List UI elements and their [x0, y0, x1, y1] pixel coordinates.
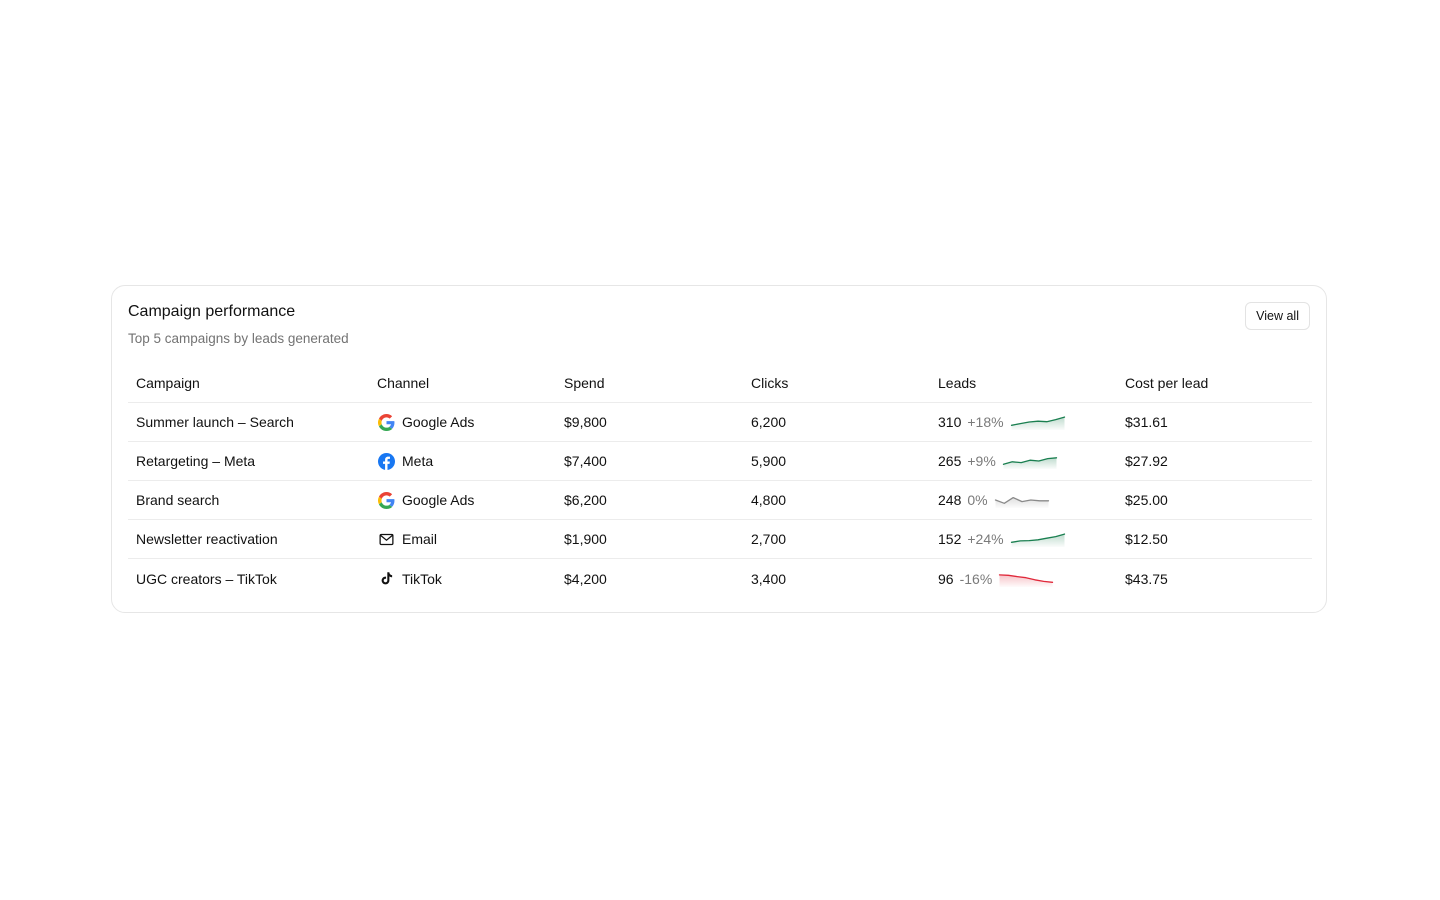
leads-value: 152 [938, 531, 962, 547]
leads-cell: 96 -16% [938, 571, 1125, 587]
table-header: Campaign Channel Spend Clicks Leads Cost… [128, 364, 1312, 403]
leads-cell: 152 +24% [938, 531, 1125, 547]
cost-per-lead-value: $25.00 [1125, 492, 1168, 508]
tiktok-icon [377, 570, 395, 588]
leads-sparkline [1002, 457, 1057, 469]
table-row[interactable]: Retargeting – Meta Meta $7,400 5,900 265 +9% $… [128, 442, 1312, 481]
campaign-name: Brand search [136, 492, 220, 508]
header-spend[interactable]: Spend [564, 375, 751, 391]
channel-name: Google Ads [402, 492, 475, 508]
leads-value: 310 [938, 414, 962, 430]
leads-delta: +24% [967, 531, 1004, 547]
mail-icon [377, 530, 395, 548]
channel-cell: Meta [377, 452, 564, 470]
channel-cell: Google Ads [377, 413, 564, 431]
table-row[interactable]: UGC creators – TikTok TikTok $4,200 3,400 96… [128, 559, 1312, 598]
leads-sparkline [999, 573, 1054, 587]
spend-value: $1,900 [564, 531, 607, 547]
view-all-button[interactable]: View all [1245, 302, 1310, 330]
channel-cell: Email [377, 530, 564, 548]
channel-name: Meta [402, 453, 434, 469]
header-cost-per-lead[interactable]: Cost per lead [1125, 375, 1312, 391]
campaign-table: Campaign Channel Spend Clicks Leads Cost… [128, 364, 1312, 598]
leads-delta: 0% [967, 492, 988, 508]
leads-sparkline [1010, 416, 1065, 430]
channel-cell: TikTok [377, 570, 564, 588]
leads-delta: +18% [967, 414, 1004, 430]
card-subtitle: Top 5 campaigns by leads generated [128, 331, 349, 346]
channel-cell: Google Ads [377, 491, 564, 509]
clicks-value: 3,400 [751, 570, 787, 587]
header-clicks[interactable]: Clicks [751, 375, 938, 391]
cost-per-lead-value: $12.50 [1125, 531, 1168, 547]
channel-name: TikTok [402, 570, 442, 587]
table-row[interactable]: Newsletter reactivation Email $1,900 2,700 1… [128, 520, 1312, 559]
leads-cell: 265 +9% [938, 453, 1125, 469]
spend-value: $4,200 [564, 570, 607, 587]
campaign-name: Newsletter reactivation [136, 531, 278, 547]
leads-delta: -16% [959, 570, 993, 587]
channel-name: Google Ads [402, 414, 475, 430]
leads-sparkline [994, 496, 1049, 508]
cost-per-lead-value: $43.75 [1125, 570, 1168, 587]
table-row[interactable]: Brand search Google Ads $6,200 4,800 248 0% $2… [128, 481, 1312, 520]
leads-cell: 310 +18% [938, 414, 1125, 430]
campaign-name: UGC creators – TikTok [136, 570, 277, 587]
campaign-performance-card: Campaign performance Top 5 campaigns by … [111, 285, 1327, 613]
card-title: Campaign performance [128, 303, 296, 320]
leads-cell: 248 0% [938, 492, 1125, 508]
leads-value: 96 [938, 570, 954, 587]
leads-sparkline [1010, 533, 1065, 547]
header-leads[interactable]: Leads [938, 375, 1125, 391]
clicks-value: 6,200 [751, 414, 787, 430]
leads-value: 248 [938, 492, 962, 508]
clicks-value: 4,800 [751, 492, 787, 508]
clicks-value: 2,700 [751, 531, 787, 547]
cost-per-lead-value: $31.61 [1125, 414, 1168, 430]
campaign-name: Retargeting – Meta [136, 453, 256, 469]
header-channel[interactable]: Channel [377, 375, 564, 391]
google-icon [377, 413, 395, 431]
google-icon [377, 491, 395, 509]
facebook-icon [377, 452, 395, 470]
leads-delta: +9% [967, 453, 996, 469]
clicks-value: 5,900 [751, 453, 787, 469]
cost-per-lead-value: $27.92 [1125, 453, 1168, 469]
header-campaign[interactable]: Campaign [128, 375, 377, 391]
spend-value: $9,800 [564, 414, 607, 430]
table-row[interactable]: Summer launch – Search Google Ads $9,800 6,… [128, 403, 1312, 442]
campaign-name: Summer launch – Search [136, 414, 294, 430]
spend-value: $7,400 [564, 453, 607, 469]
spend-value: $6,200 [564, 492, 607, 508]
leads-value: 265 [938, 453, 962, 469]
channel-name: Email [402, 531, 438, 547]
